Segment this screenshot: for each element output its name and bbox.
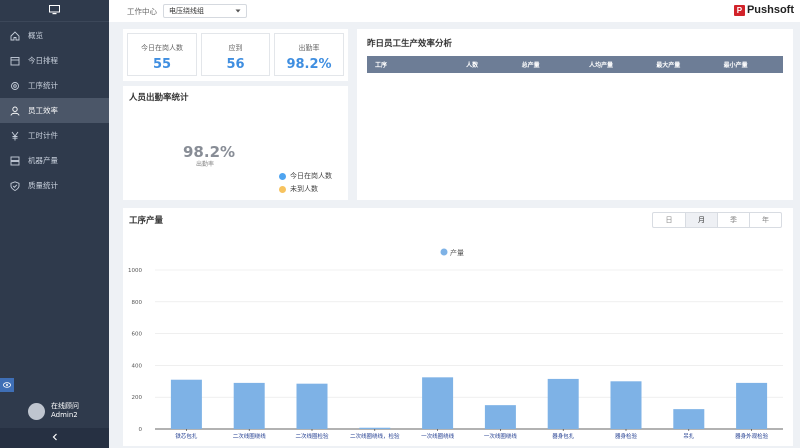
sidebar-item-label: 质量统计 <box>28 181 58 190</box>
sidebar-item-label: 概览 <box>28 31 43 40</box>
bar <box>296 383 328 429</box>
sidebar-item-label: 员工效率 <box>28 106 58 115</box>
user-icon <box>10 106 20 116</box>
y-tick-label: 400 <box>132 363 143 369</box>
sidebar-item[interactable]: 工时计件 <box>0 123 109 148</box>
home-icon <box>10 30 20 41</box>
logo-mark-icon: P <box>733 4 745 16</box>
legend-present[interactable]: 今日在岗人数 <box>279 171 332 181</box>
legend-dot <box>279 185 286 193</box>
output-card: 工序产量 日 月 季 年 产量 0 200 400 600 800 1000 铁芯包扎 二次线圈… <box>123 208 793 446</box>
legend-label: 产量 <box>450 248 464 257</box>
sidebar-item[interactable]: 员工效率 <box>0 98 109 123</box>
column-header[interactable]: 总产量 <box>514 60 581 69</box>
sidebar-item-label: 机器产量 <box>28 156 58 165</box>
work-center-label: 工作中心 <box>127 6 157 16</box>
x-tick-label: 二次线圈检验 <box>295 432 329 440</box>
stat-label: 出勤率 <box>298 44 320 52</box>
efficiency-card: 昨日员工生产效率分析 工序 人数 总产量 人均产量 最大产量 最小产量 <box>357 29 793 200</box>
legend-label: 未到人数 <box>290 185 318 193</box>
x-tick-label: 二次线圈绕线，检验 <box>350 432 400 440</box>
column-header[interactable]: 工序 <box>367 60 458 69</box>
calendar-icon <box>10 56 20 66</box>
bar <box>547 378 579 429</box>
sidebar-item-label: 工时计件 <box>28 131 58 140</box>
work-center-select[interactable]: 电压绕线组 <box>163 4 247 18</box>
efficiency-table-header: 工序 人数 总产量 人均产量 最大产量 最小产量 <box>367 56 783 73</box>
efficiency-title: 昨日员工生产效率分析 <box>367 39 453 49</box>
x-tick-label: 器身包扎 <box>552 432 575 440</box>
x-tick-label: 一次线圈绕线 <box>421 432 455 440</box>
bar <box>673 409 705 429</box>
bar <box>610 381 642 429</box>
sidebar-item-label: 工序统计 <box>28 81 58 90</box>
server-icon <box>10 156 20 166</box>
y-tick-label: 0 <box>139 427 143 433</box>
sidebar-item-label: 今日排程 <box>28 56 58 65</box>
sidebar-item[interactable]: 机器产量 <box>0 148 109 173</box>
stat-label: 应到 <box>228 44 243 52</box>
stat-card-rate: 出勤率 98.2% <box>274 33 344 76</box>
x-tick-label: 器身外观检验 <box>735 432 769 440</box>
sidebar-header <box>0 0 109 22</box>
user-status: 在线顾问 <box>51 402 79 410</box>
sidebar-item[interactable]: 今日排程 <box>0 48 109 73</box>
attendance-card: 人员出勤率统计 98.2% 出勤率 今日在岗人数 未到人数 <box>123 86 348 200</box>
x-tick-label: 二次线圈绕线 <box>233 432 267 440</box>
attendance-title: 人员出勤率统计 <box>129 93 189 103</box>
legend-dot <box>440 248 448 256</box>
column-header[interactable]: 最大产量 <box>648 60 715 69</box>
sidebar-item[interactable]: 质量统计 <box>0 173 109 198</box>
column-header[interactable]: 最小产量 <box>716 60 783 69</box>
y-tick-label: 200 <box>132 395 143 401</box>
output-bar-chart: 产量 0 200 400 600 800 1000 铁芯包扎 二次线圈绕线 二次线圈检验 二次线圈绕… <box>128 248 783 440</box>
shield-icon <box>10 180 20 191</box>
x-tick-label: 器身检验 <box>615 432 638 440</box>
brand-name: Pushsoft <box>746 4 794 16</box>
yen-icon <box>10 131 20 141</box>
stat-value: 55 <box>152 57 172 72</box>
column-header[interactable]: 人均产量 <box>581 60 648 69</box>
stat-card-expected: 应到 56 <box>201 33 270 76</box>
eye-icon[interactable] <box>0 378 14 392</box>
stat-value: 56 <box>226 57 245 72</box>
x-tick-label: 吊扎 <box>683 432 695 440</box>
chevron-down-icon <box>235 7 241 15</box>
monitor-icon[interactable] <box>49 4 60 17</box>
top-bar: 工作中心 电压绕线组 P Pushsoft <box>109 0 800 22</box>
attendance-rate-label: 出勤率 <box>196 161 215 168</box>
stat-card-present: 今日在岗人数 55 <box>127 33 197 76</box>
bar <box>233 382 265 429</box>
avatar <box>28 402 45 420</box>
bar <box>422 377 454 429</box>
x-tick-label: 一次线圈绕线 <box>484 432 518 440</box>
brand-logo: P Pushsoft <box>733 4 794 16</box>
user-name: Admin2 <box>51 411 78 419</box>
y-tick-label: 600 <box>132 332 143 338</box>
stats-panel: 今日在岗人数 55 应到 56 出勤率 98.2% <box>123 29 348 81</box>
y-tick-label: 1000 <box>128 268 142 274</box>
sidebar: 概览今日排程工序统计员工效率工时计件机器产量质量统计 在线顾问 Admin2 <box>0 0 109 448</box>
bar <box>484 405 516 429</box>
bar <box>359 427 391 429</box>
legend-absent[interactable]: 未到人数 <box>279 184 318 194</box>
user-panel[interactable]: 在线顾问 Admin2 <box>28 402 79 420</box>
legend-dot <box>279 172 286 180</box>
gear-icon <box>10 81 20 91</box>
bar <box>736 382 768 429</box>
bar <box>170 379 202 429</box>
stat-value: 98.2% <box>286 57 332 72</box>
work-center-value: 电压绕线组 <box>169 7 204 15</box>
x-tick-label: 铁芯包扎 <box>175 432 198 440</box>
y-tick-label: 800 <box>132 300 143 306</box>
sidebar-item[interactable]: 工序统计 <box>0 73 109 98</box>
chevron-left-icon <box>52 433 58 443</box>
sidebar-item[interactable]: 概览 <box>0 23 109 48</box>
legend-label: 今日在岗人数 <box>290 172 332 180</box>
stat-label: 今日在岗人数 <box>141 44 183 52</box>
collapse-sidebar-button[interactable] <box>0 428 109 448</box>
column-header[interactable]: 人数 <box>458 60 513 69</box>
